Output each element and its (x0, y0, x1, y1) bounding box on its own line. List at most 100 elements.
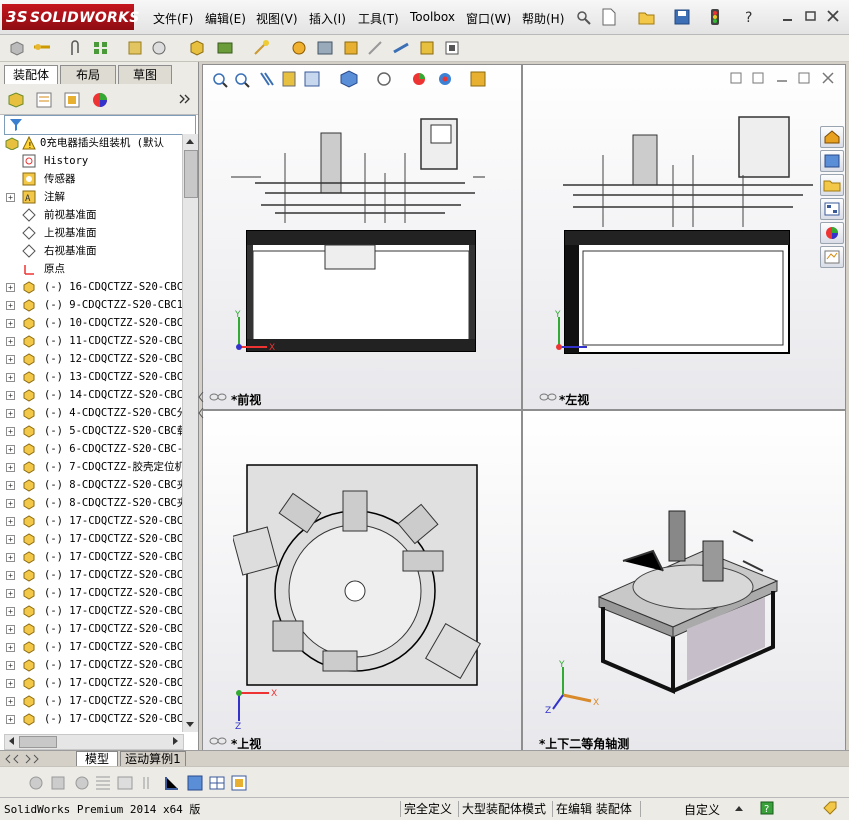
tree-item[interactable]: + (-) 11-CDQCTZZ-S20-CBC1 (0, 332, 182, 350)
paperclip-icon[interactable] (68, 39, 82, 57)
feature-manager-icon[interactable] (6, 90, 26, 110)
tree-item[interactable]: + (-) 4-CDQCTZZ-S20-CBC分 (0, 404, 182, 422)
display-manager-icon[interactable] (90, 90, 110, 110)
tag-icon[interactable] (822, 801, 838, 815)
solidworks-resources-button[interactable] (820, 126, 844, 148)
expand-toggle[interactable]: + (6, 517, 15, 526)
tree-item[interactable]: 右视基准面 (0, 242, 182, 260)
tree-item[interactable]: + (-) 13-CDQCTZZ-S20-CBC分 (0, 368, 182, 386)
expand-toggle[interactable]: + (6, 427, 15, 436)
expand-toggle[interactable]: + (6, 463, 15, 472)
expand-toggle[interactable]: + (6, 571, 15, 580)
tree-item[interactable]: 上视基准面 (0, 224, 182, 242)
tree-item[interactable]: + (-) 14-CDQCTZZ-S20-CBC分 (0, 386, 182, 404)
new-motion-study-icon[interactable] (252, 39, 270, 57)
property-manager-icon[interactable] (34, 90, 54, 110)
expand-panel-icon[interactable] (178, 93, 192, 105)
view-palette-button[interactable] (820, 198, 844, 220)
tree-item[interactable]: + (-) 16-CDQCTZZ-S20-CBC截 (0, 278, 182, 296)
interference-detection-icon[interactable] (366, 39, 384, 57)
tree-item[interactable]: + (-) 17-CDQCTZZ-S20-CBC鉴 (0, 566, 182, 584)
viewport-left[interactable]: Y *左视 (522, 64, 846, 410)
expand-toggle[interactable]: + (6, 193, 15, 202)
solidworks-logo[interactable]: 3S SOLIDWORKS (2, 4, 139, 30)
assembly-features-icon[interactable] (188, 39, 206, 57)
pin-icon[interactable] (574, 9, 592, 25)
tree-item[interactable]: 原点 (0, 260, 182, 278)
expand-toggle[interactable]: + (6, 697, 15, 706)
smart-fastener-icon[interactable] (126, 39, 144, 57)
pattern-icon[interactable] (92, 39, 110, 57)
viewport-front[interactable]: YX *前视 (202, 64, 522, 410)
minimize-icon[interactable] (781, 9, 795, 23)
tree-item[interactable]: 传感器 (0, 170, 182, 188)
expand-toggle[interactable]: + (6, 679, 15, 688)
panel-splitter-handle[interactable] (197, 388, 205, 424)
menu-help[interactable]: 帮助(H) (522, 10, 564, 27)
expand-toggle[interactable]: + (6, 643, 15, 652)
tree-item[interactable]: History (0, 152, 182, 170)
viewport-iso[interactable]: YXZ *上下二等角轴测 (522, 410, 846, 752)
menu-tools[interactable]: 工具(T) (358, 10, 399, 27)
tab-assembly[interactable]: 装配体 (4, 65, 58, 84)
tree-root[interactable]: ! 0充电器插头组装机 (默认 (0, 134, 182, 152)
menu-insert[interactable]: 插入(I) (309, 10, 346, 27)
units-up-arrow-icon[interactable] (734, 803, 744, 813)
traffic-light-icon[interactable] (710, 8, 720, 26)
expand-toggle[interactable]: + (6, 319, 15, 328)
tab-sketch[interactable]: 草图 (118, 65, 172, 84)
scroll-up-icon[interactable] (185, 136, 195, 146)
tree-item[interactable]: 前视基准面 (0, 206, 182, 224)
top-link-views-icon[interactable] (209, 735, 227, 747)
tree-item[interactable]: + (-) 17-CDQCTZZ-S20-CBC鉴 (0, 656, 182, 674)
file-explorer-button[interactable] (820, 174, 844, 196)
tree-item[interactable]: + (-) 17-CDQCTZZ-S20-CBC鉴 (0, 530, 182, 548)
expand-toggle[interactable]: + (6, 625, 15, 634)
expand-toggle[interactable]: + (6, 283, 15, 292)
move-component-icon[interactable] (150, 39, 168, 57)
menu-file[interactable]: 文件(F) (153, 10, 193, 27)
expand-toggle[interactable]: + (6, 607, 15, 616)
left-link-views-icon[interactable] (539, 391, 557, 403)
link-views-icon[interactable] (209, 391, 227, 403)
tab-layout[interactable]: 布局 (60, 65, 116, 84)
tree-item[interactable]: + (-) 9-CDQCTZZ-S20-CBC11 (0, 296, 182, 314)
exploded-view-icon[interactable] (316, 39, 334, 57)
expand-toggle[interactable]: + (6, 391, 15, 400)
status-custom-units[interactable]: 自定义 (684, 801, 720, 818)
close-icon[interactable] (826, 9, 840, 23)
tree-item[interactable]: + (-) 7-CDQCTZZ-胶壳定位机 (0, 458, 182, 476)
tree-item[interactable]: + (-) 17-CDQCTZZ-S20-CBC鉴 (0, 548, 182, 566)
scroll-down-icon[interactable] (185, 720, 195, 730)
tree-item[interactable]: + (-) 17-CDQCTZZ-S20-CBC鉴 (0, 674, 182, 692)
tab-nav-arrows[interactable] (4, 753, 68, 765)
status-help-icon[interactable]: ? (760, 801, 774, 815)
menu-edit[interactable]: 编辑(E) (205, 10, 246, 27)
clearance-verification-icon[interactable] (392, 39, 410, 57)
hole-alignment-icon[interactable] (418, 39, 436, 57)
expand-toggle[interactable]: + (6, 445, 15, 454)
restore-icon[interactable] (803, 9, 817, 23)
scroll-left-icon[interactable] (6, 736, 16, 746)
tree-filter-input[interactable] (4, 115, 196, 135)
insert-component-icon[interactable] (8, 39, 26, 57)
tree-item[interactable]: + (-) 17-CDQCTZZ-S20-CBC鉴 (0, 512, 182, 530)
mate-icon[interactable] (32, 39, 52, 57)
tree-item[interactable]: + (-) 17-CDQCTZZ-S20-CBC鉴 (0, 710, 182, 728)
open-folder-icon[interactable] (638, 9, 656, 25)
expand-toggle[interactable]: + (6, 481, 15, 490)
tree-item[interactable]: + (-) 17-CDQCTZZ-S20-CBC鉴 (0, 602, 182, 620)
tree-item[interactable]: + (-) 12-CDQCTZZ-S20-CBC1 (0, 350, 182, 368)
instant3d-icon[interactable] (444, 39, 460, 57)
menu-toolbox[interactable]: Toolbox (410, 10, 455, 24)
custom-properties-button[interactable] (820, 246, 844, 268)
tree-item[interactable]: + (-) 17-CDQCTZZ-S20-CBC鉴 (0, 638, 182, 656)
tree-item[interactable]: + (-) 17-CDQCTZZ-S20-CBC鉴 (0, 584, 182, 602)
tree-item[interactable]: + (-) 17-CDQCTZZ-S20-CBC鉴 (0, 692, 182, 710)
expand-toggle[interactable]: + (6, 337, 15, 346)
expand-toggle[interactable]: + (6, 499, 15, 508)
configuration-manager-icon[interactable] (62, 90, 82, 110)
tree-item[interactable]: + (-) 5-CDQCTZZ-S20-CBC载 (0, 422, 182, 440)
scroll-thumb[interactable] (184, 150, 198, 198)
save-icon[interactable] (674, 9, 690, 25)
